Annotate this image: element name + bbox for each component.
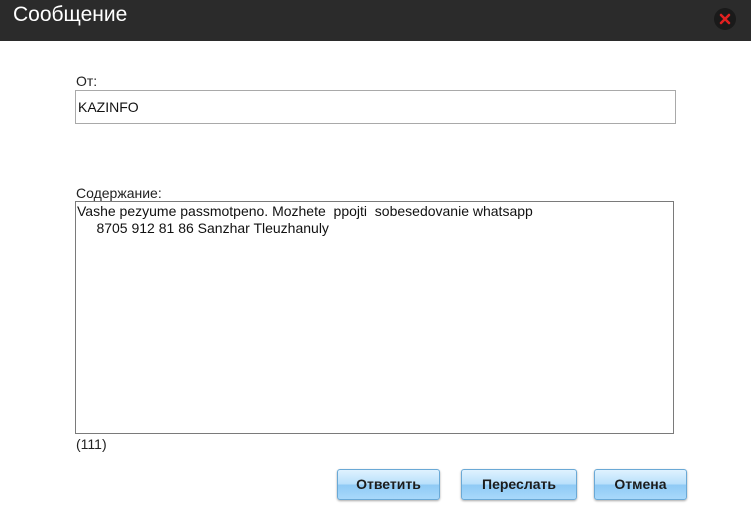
from-label: От: — [76, 73, 98, 89]
forward-button[interactable]: Переслать — [461, 469, 577, 500]
from-field[interactable]: KAZINFO — [75, 90, 676, 124]
message-dialog: Сообщение От: KAZINFO Содержание: Vashe … — [0, 0, 751, 532]
close-icon[interactable] — [714, 8, 736, 30]
character-counter: (111) — [76, 436, 107, 452]
content-label: Содержание: — [76, 185, 162, 201]
title-bar: Сообщение — [0, 0, 751, 41]
dialog-title: Сообщение — [13, 3, 128, 26]
cancel-button[interactable]: Отмена — [594, 469, 687, 500]
message-content-textarea[interactable]: Vashe pezyume passmotpeno. Mozhete ppojt… — [75, 201, 674, 434]
reply-button[interactable]: Ответить — [337, 469, 440, 500]
